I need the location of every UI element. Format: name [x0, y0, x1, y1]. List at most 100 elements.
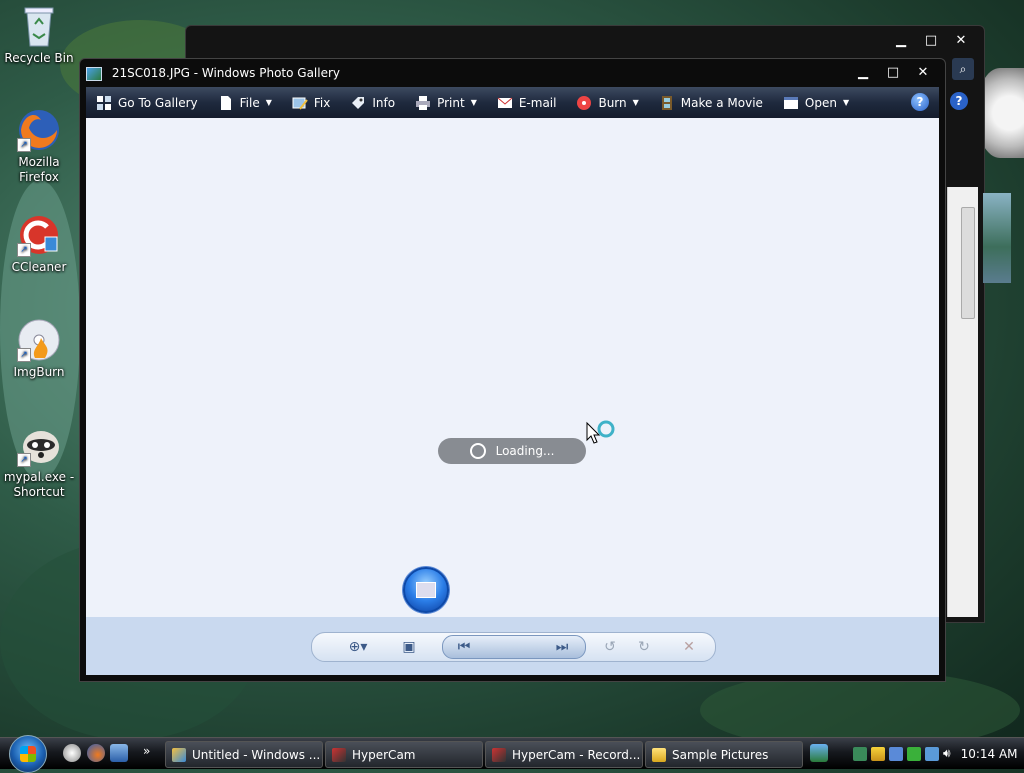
security-shield-icon[interactable]: [871, 746, 885, 761]
go-to-gallery-button[interactable]: Go To Gallery: [86, 87, 208, 118]
burn-menu-button[interactable]: Burn ▼: [566, 87, 648, 118]
hypercam-icon: [492, 747, 506, 762]
help-icon[interactable]: ?: [950, 92, 968, 110]
firefox-icon[interactable]: [87, 744, 105, 762]
title-bar[interactable]: 21SC018.JPG - Windows Photo Gallery: [86, 61, 939, 85]
close-button[interactable]: ✕: [908, 64, 938, 82]
info-button[interactable]: Info: [340, 87, 405, 118]
file-label: File: [239, 95, 260, 110]
disc-burn-icon: [577, 95, 592, 110]
email-icon: [497, 97, 513, 108]
task-label: HyperCam - Record...: [512, 747, 641, 762]
hypercam-icon: [332, 747, 346, 762]
paint-icon: [172, 747, 186, 762]
desktop-icon-imgburn[interactable]: ↗ ImgBurn: [1, 318, 77, 380]
shortcut-arrow-icon: ↗: [17, 243, 31, 257]
delete-button[interactable]: ✕: [676, 635, 702, 659]
loading-text: Loading...: [495, 444, 555, 458]
start-button[interactable]: [9, 735, 47, 773]
windows-logo-icon: [20, 746, 36, 762]
task-hypercam-record[interactable]: HyperCam - Record...: [485, 741, 643, 768]
gallery-icon: [97, 95, 111, 110]
loading-indicator: Loading...: [438, 438, 586, 464]
search-icon[interactable]: ⌕: [952, 58, 974, 80]
shortcut-arrow-icon: ↗: [17, 453, 31, 467]
defender-icon[interactable]: [889, 746, 903, 761]
help-icon[interactable]: ?: [911, 93, 929, 111]
language-bar-icon[interactable]: [810, 744, 828, 762]
task-label: Untitled - Windows ...: [192, 747, 321, 762]
shortcut-arrow-icon: ↗: [17, 348, 31, 362]
open-menu-button[interactable]: Open ▼: [773, 87, 859, 118]
printer-icon: [416, 95, 431, 110]
navigation-group: ⏮ ⏭: [442, 635, 586, 659]
previous-button[interactable]: ⏮: [451, 635, 477, 659]
rotate-clockwise-button[interactable]: ↻: [631, 635, 657, 659]
desktop-icon-label: mypal.exe - Shortcut: [3, 470, 75, 499]
task-label: HyperCam: [352, 747, 416, 762]
close-button[interactable]: ✕: [946, 32, 976, 50]
minimize-button[interactable]: ▁: [886, 32, 916, 50]
background-window-scrollbar[interactable]: [947, 187, 978, 617]
maximize-button[interactable]: □: [878, 64, 908, 82]
shortcut-arrow-icon: ↗: [17, 138, 31, 152]
info-label: Info: [372, 95, 396, 110]
email-label: E-mail: [518, 95, 557, 110]
chevron-down-icon: ▼: [265, 98, 272, 107]
recycle-bin-icon: [17, 4, 61, 48]
busy-cursor-icon: [586, 420, 615, 444]
window-title: 21SC018.JPG - Windows Photo Gallery: [111, 66, 341, 80]
email-button[interactable]: E-mail: [487, 87, 567, 118]
slideshow-icon: [416, 582, 436, 598]
maximize-button[interactable]: □: [916, 32, 946, 50]
open-window-icon: [783, 96, 798, 109]
task-sample-pictures[interactable]: Sample Pictures: [645, 741, 803, 768]
slideshow-button[interactable]: [403, 567, 449, 613]
burn-label: Burn: [598, 95, 627, 110]
window-controls: ▁ □ ✕: [848, 64, 938, 82]
task-paint[interactable]: Untitled - Windows ...: [165, 741, 323, 768]
background-thumbnail: [983, 193, 1011, 283]
make-a-movie-label: Make a Movie: [680, 95, 763, 110]
photo-gallery-window[interactable]: 21SC018.JPG - Windows Photo Gallery ▁ □ …: [79, 58, 946, 682]
desktop-icon-ccleaner[interactable]: ↗ CCleaner: [1, 213, 77, 275]
minimize-button[interactable]: ▁: [848, 64, 878, 82]
rotate-counterclockwise-button[interactable]: ↺: [597, 635, 623, 659]
desktop-icon-mypal[interactable]: ↗ mypal.exe - Shortcut: [1, 423, 77, 500]
show-desktop-icon[interactable]: [63, 744, 81, 762]
task-hypercam[interactable]: HyperCam: [325, 741, 483, 768]
make-a-movie-button[interactable]: Make a Movie: [649, 87, 773, 118]
actual-size-button[interactable]: ▣: [396, 635, 422, 659]
photo-viewer[interactable]: Loading...: [86, 118, 939, 617]
print-menu-button[interactable]: Print ▼: [405, 87, 487, 118]
desktop-icon-label: Recycle Bin: [4, 51, 74, 65]
toolbar: Go To Gallery File ▼ Fix Info Print ▼ E-…: [86, 87, 939, 118]
display-icon[interactable]: [925, 746, 939, 761]
scrollbar-thumb[interactable]: [961, 207, 975, 319]
firefox-icon: ↗: [17, 108, 61, 152]
ccleaner-icon: ↗: [17, 213, 61, 257]
desktop-icon-recycle-bin[interactable]: Recycle Bin: [1, 4, 77, 66]
file-menu-button[interactable]: File ▼: [208, 87, 282, 118]
next-button[interactable]: ⏭: [549, 635, 575, 659]
task-label: Sample Pictures: [672, 747, 769, 762]
quick-launch-overflow[interactable]: »: [143, 744, 150, 758]
print-label: Print: [437, 95, 465, 110]
desktop-icon-firefox[interactable]: ↗ Mozilla Firefox: [1, 108, 77, 185]
clock-icon: [469, 443, 486, 459]
system-tray: 🔊︎ 10:14 AM: [853, 741, 1021, 766]
file-icon: [220, 95, 231, 110]
switch-windows-icon[interactable]: [110, 744, 128, 762]
fix-button[interactable]: Fix: [282, 87, 340, 118]
taskbar-clock[interactable]: 10:14 AM: [961, 747, 1018, 761]
chevron-down-icon: ▼: [470, 98, 477, 107]
desktop-icon-label: Mozilla Firefox: [18, 155, 60, 184]
film-icon: [661, 95, 672, 110]
checkmark-icon[interactable]: [907, 746, 921, 761]
zoom-button[interactable]: ⊕▾: [340, 635, 376, 659]
network-icon[interactable]: [853, 746, 867, 761]
fix-label: Fix: [313, 95, 331, 110]
playback-control-bar: ⊕▾ ▣ ⏮ ⏭ ↺ ↻ ✕: [86, 617, 939, 675]
volume-icon[interactable]: 🔊︎: [943, 746, 951, 761]
go-to-gallery-label: Go To Gallery: [118, 95, 198, 110]
